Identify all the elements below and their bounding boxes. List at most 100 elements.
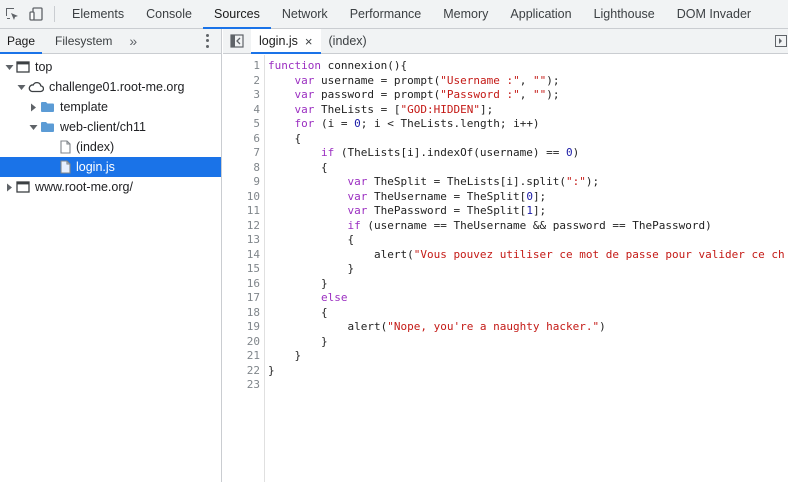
tab-elements[interactable]: Elements [61, 0, 135, 28]
tab-dom-invader[interactable]: DOM Invader [666, 0, 762, 28]
line-number[interactable]: 2 [223, 74, 260, 89]
chevron-right-icon[interactable] [4, 182, 14, 192]
line-number[interactable]: 23 [223, 378, 260, 393]
chevron-down-icon[interactable] [4, 62, 14, 72]
line-number[interactable]: 11 [223, 204, 260, 219]
code-editor[interactable]: 1 function connexion(){ 2 var username = p… [223, 55, 788, 482]
tab-network[interactable]: Network [271, 0, 339, 28]
code-line: if (username == TheUsername && password … [347, 218, 712, 232]
tree-item-label: (index) [76, 140, 115, 154]
line-number[interactable]: 13 [223, 233, 260, 248]
line-number[interactable]: 21 [223, 349, 260, 364]
editor-tab-label: (index) [328, 34, 367, 48]
tree-item[interactable]: top [0, 57, 221, 77]
code-line: } [268, 276, 328, 290]
tree-item-label: top [35, 60, 53, 74]
editor-tab-index[interactable]: (index) [321, 29, 375, 53]
sources-navigator: Page Filesystem » top challenge01.root-me… [0, 29, 222, 482]
editor-tab-label: login.js [259, 34, 298, 48]
devtools-main-toolbar: Elements Console Sources Network Performance… [0, 0, 788, 29]
code-line: } [268, 363, 275, 377]
tree-item[interactable]: login.js [0, 157, 221, 177]
tree-item-label: challenge01.root-me.org [49, 80, 185, 94]
more-tabs-icon[interactable]: » [119, 29, 147, 53]
code-line: function connexion(){ [268, 59, 408, 72]
tab-memory[interactable]: Memory [432, 0, 499, 28]
line-number[interactable]: 17 [223, 291, 260, 306]
code-line: { [268, 305, 328, 319]
line-number[interactable]: 22 [223, 364, 260, 379]
code-line: var TheSplit = TheLists[i].split(":"); [347, 175, 600, 188]
editor-tab-login-js[interactable]: login.js × [251, 29, 321, 54]
line-number[interactable]: 4 [223, 103, 260, 118]
line-number[interactable]: 20 [223, 335, 260, 350]
tree-item-label: web-client/ch11 [60, 120, 146, 134]
chevron-down-icon[interactable] [28, 122, 38, 132]
code-line: var password = prompt("Password :", ""); [294, 88, 560, 101]
chevron-right-icon[interactable] [28, 102, 38, 112]
tab-lighthouse[interactable]: Lighthouse [583, 0, 666, 28]
line-number[interactable]: 9 [223, 175, 260, 190]
tree-item[interactable]: challenge01.root-me.org [0, 77, 221, 97]
file-icon [60, 140, 71, 154]
tab-performance[interactable]: Performance [339, 0, 433, 28]
line-number[interactable]: 6 [223, 132, 260, 147]
code-line: } [268, 262, 355, 275]
tab-page[interactable]: Page [0, 29, 43, 54]
line-number[interactable]: 10 [223, 190, 260, 205]
cloud-icon [28, 81, 44, 93]
code-line: { [268, 131, 302, 145]
close-tab-icon[interactable]: × [305, 34, 313, 49]
tree-item[interactable]: template [0, 97, 221, 117]
toggle-debugger-icon[interactable] [774, 29, 788, 53]
line-number[interactable]: 7 [223, 146, 260, 161]
code-line: var ThePassword = TheSplit[1]; [347, 204, 547, 217]
folder-icon [40, 101, 55, 113]
navigator-tabs: Page Filesystem » [0, 29, 221, 54]
code-line: { [268, 160, 328, 174]
tree-item-label: login.js [76, 160, 115, 174]
line-number[interactable]: 15 [223, 262, 260, 277]
tab-sources[interactable]: Sources [202, 0, 271, 29]
code-line: var TheLists = ["GOD:HIDDEN"]; [294, 102, 494, 116]
line-number[interactable]: 1 [223, 59, 260, 74]
line-number[interactable]: 14 [223, 248, 260, 263]
code-line: alert("Vous pouvez utiliser ce mot de pa… [268, 247, 785, 261]
file-icon [60, 160, 71, 174]
line-number[interactable]: 5 [223, 117, 260, 132]
code-line: else [320, 291, 348, 304]
inspect-element-icon[interactable] [0, 0, 24, 28]
code-line: { [268, 233, 355, 246]
code-line: var TheUsername = TheSplit[0]; [347, 189, 547, 203]
tab-application[interactable]: Application [499, 0, 582, 28]
editor-tab-bar: login.js × (index) [223, 29, 788, 54]
line-number[interactable]: 12 [223, 219, 260, 234]
kebab-menu-icon[interactable] [201, 33, 213, 49]
code-line: } [268, 349, 302, 362]
code-line: alert("Nope, you're a naughty hacker.") [268, 320, 606, 333]
line-number[interactable]: 16 [223, 277, 260, 292]
chevron-down-icon[interactable] [16, 82, 26, 92]
toggle-navigator-icon[interactable] [223, 29, 251, 53]
folder-icon [40, 121, 55, 133]
frame-icon [16, 61, 30, 73]
tree-item-label: template [60, 100, 108, 114]
line-number[interactable]: 3 [223, 88, 260, 103]
line-number[interactable]: 18 [223, 306, 260, 321]
code-line: } [268, 334, 328, 348]
tree-item[interactable]: www.root-me.org/ [0, 177, 221, 197]
code-line: if (TheLists[i].indexOf(username) == 0) [320, 146, 580, 159]
tab-filesystem[interactable]: Filesystem [48, 29, 119, 53]
line-number[interactable]: 8 [223, 161, 260, 176]
device-toolbar-icon[interactable] [24, 0, 48, 28]
toolbar-divider [54, 6, 55, 22]
code-line: for (i = 0; i < TheLists.length; i++) [294, 117, 540, 130]
tree-item[interactable]: (index) [0, 137, 221, 157]
frame-icon [16, 181, 30, 193]
tab-console[interactable]: Console [135, 0, 203, 28]
tree-item[interactable]: web-client/ch11 [0, 117, 221, 137]
line-number[interactable]: 19 [223, 320, 260, 335]
code-line: var username = prompt("Username :", ""); [294, 73, 560, 87]
